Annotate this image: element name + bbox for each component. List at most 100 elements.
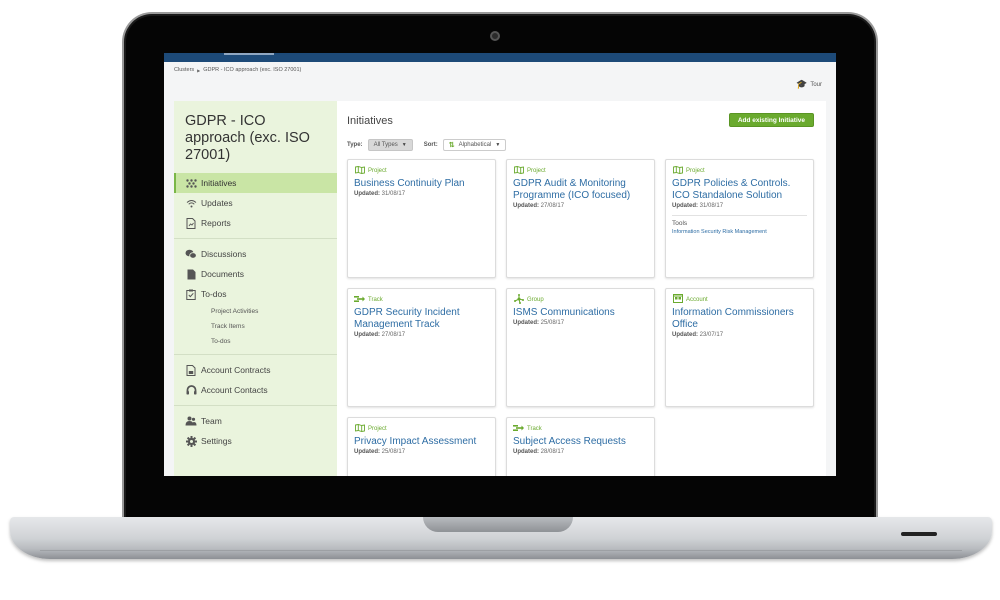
initiative-card[interactable]: Project GDPR Audit & Monitoring Programm… — [506, 159, 655, 278]
sidebar-subitem-todos[interactable]: To-dos — [174, 334, 337, 349]
updated-label: Updated: — [354, 191, 380, 197]
updated-date: 25/08/17 — [540, 320, 565, 326]
tour-label: Tour — [810, 81, 822, 88]
card-title-link[interactable]: Information Commissioners Office — [672, 307, 807, 331]
initiative-card[interactable]: Project Privacy Impact Assessment Update… — [347, 417, 496, 476]
card-type: Project — [672, 165, 807, 176]
map-icon — [354, 165, 365, 176]
updated-label: Updated: — [513, 449, 539, 455]
breadcrumb-clusters[interactable]: Clusters — [174, 67, 194, 73]
sort-value: Alphabetical — [458, 142, 492, 148]
updated-date: 25/08/17 — [381, 449, 406, 455]
sidebar-item-account-contacts[interactable]: Account Contacts — [174, 380, 337, 400]
clipboard-check-icon — [185, 288, 197, 300]
sort-select[interactable]: ⇅ Alphabetical ▼ — [442, 139, 507, 151]
caret-down-icon: ▼ — [401, 142, 407, 148]
initiative-card[interactable]: Track GDPR Security Incident Management … — [347, 288, 496, 407]
sidebar-item-updates[interactable]: Updates — [174, 193, 337, 213]
sidebar-item-label: Updates — [201, 198, 233, 208]
sort-arrows-icon: ⇅ — [448, 142, 455, 149]
map-icon — [513, 165, 524, 176]
card-type-label: Project — [368, 167, 387, 174]
card-type-label: Account — [686, 296, 708, 303]
sidebar-subitem-project-activities[interactable]: Project Activities — [174, 304, 337, 319]
initiative-card[interactable]: Track Subject Access Requests Updated: 2… — [506, 417, 655, 476]
card-type: Group — [513, 293, 648, 306]
card-updated: Updated: 25/08/17 — [513, 320, 648, 326]
tool-link[interactable]: Information Security Risk Management — [672, 229, 807, 235]
sidebar-item-settings[interactable]: Settings — [174, 431, 337, 451]
sidebar-item-todos[interactable]: To-dos — [174, 284, 337, 304]
contract-icon — [185, 364, 197, 376]
sidebar-item-account-contracts[interactable]: Account Contracts — [174, 360, 337, 380]
initiatives-icon — [185, 177, 197, 189]
updated-label: Updated: — [513, 320, 539, 326]
card-updated: Updated: 25/08/17 — [354, 449, 489, 455]
updated-label: Updated: — [354, 449, 380, 455]
initiative-card[interactable]: Project GDPR Policies & Controls. ICO St… — [665, 159, 814, 278]
sidebar-item-label: Account Contracts — [201, 365, 271, 375]
card-type-label: Track — [527, 425, 542, 432]
report-icon — [185, 217, 197, 229]
initiative-card[interactable]: Project Business Continuity Plan Updated… — [347, 159, 496, 278]
tour-button[interactable]: 🎓 Tour — [796, 80, 822, 89]
card-updated: Updated: 31/08/17 — [354, 191, 489, 197]
sidebar-divider — [174, 238, 337, 239]
map-icon — [672, 165, 683, 176]
card-title-link[interactable]: ISMS Communications — [513, 307, 648, 319]
sidebar-item-label: To-dos — [201, 289, 227, 299]
updated-date: 31/08/17 — [381, 191, 406, 197]
sidebar-item-label: Documents — [201, 269, 244, 279]
card-title-link[interactable]: Privacy Impact Assessment — [354, 436, 489, 448]
card-type: Track — [513, 424, 648, 433]
page-title: Initiatives — [347, 115, 393, 127]
card-type-label: Project — [527, 167, 546, 174]
type-filter-select[interactable]: All Types ▼ — [367, 139, 413, 151]
wifi-icon — [185, 197, 197, 209]
card-type: Project — [354, 165, 489, 176]
card-title-link[interactable]: GDPR Policies & Controls. ICO Standalone… — [672, 178, 807, 202]
card-title-link[interactable]: Business Continuity Plan — [354, 178, 489, 190]
gear-icon — [185, 435, 197, 447]
sidebar-item-label: Account Contacts — [201, 385, 268, 395]
track-icon — [513, 424, 524, 434]
card-type: Account — [672, 294, 807, 304]
card-updated: Updated: 27/08/17 — [354, 332, 489, 338]
updated-label: Updated: — [672, 332, 698, 338]
topbar-active-tab[interactable] — [224, 53, 274, 55]
track-icon — [354, 295, 365, 305]
tools-label: Tools — [672, 220, 688, 227]
initiative-card[interactable]: Group ISMS Communications Updated: 25/08… — [506, 288, 655, 407]
sidebar-item-initiatives[interactable]: Initiatives — [174, 173, 337, 193]
card-type-label: Group — [527, 296, 544, 303]
card-type: Track — [354, 295, 489, 304]
card-title-link[interactable]: GDPR Audit & Monitoring Programme (ICO f… — [513, 178, 648, 202]
type-filter-label: Type: — [347, 142, 363, 148]
breadcrumb: Clusters ▶ GDPR - ICO approach (exc. ISO… — [174, 67, 301, 73]
initiative-card[interactable]: Account Information Commissioners Office… — [665, 288, 814, 407]
card-type: Project — [354, 423, 489, 434]
cluster-title: GDPR - ICO approach (exc. ISO 27001) — [185, 113, 310, 163]
sidebar-item-team[interactable]: Team — [174, 411, 337, 431]
card-updated: Updated: 31/08/17 — [672, 203, 807, 209]
card-title-link[interactable]: Subject Access Requests — [513, 436, 648, 448]
breadcrumb-separator-icon: ▶ — [197, 67, 201, 73]
sidebar: GDPR - ICO approach (exc. ISO 27001) Ini… — [174, 101, 337, 476]
card-title-link[interactable]: GDPR Security Incident Management Track — [354, 307, 489, 331]
map-icon — [354, 423, 365, 434]
sidebar-item-label: Discussions — [201, 249, 247, 259]
updated-date: 27/08/17 — [381, 332, 406, 338]
card-type-label: Project — [368, 425, 387, 432]
group-icon — [513, 293, 524, 306]
sidebar-item-label: Reports — [201, 218, 231, 228]
updated-date: 28/08/17 — [540, 449, 565, 455]
sidebar-item-documents[interactable]: Documents — [174, 264, 337, 284]
sidebar-subitem-track-items[interactable]: Track Items — [174, 319, 337, 334]
webcam-icon — [490, 31, 500, 41]
breadcrumb-current: GDPR - ICO approach (exc. ISO 27001) — [203, 67, 302, 73]
chat-bubbles-icon — [185, 248, 197, 260]
sidebar-item-reports[interactable]: Reports — [174, 213, 337, 233]
add-existing-initiative-button[interactable]: Add existing Initiative — [728, 113, 814, 127]
sidebar-item-discussions[interactable]: Discussions — [174, 244, 337, 264]
updated-label: Updated: — [672, 203, 698, 209]
